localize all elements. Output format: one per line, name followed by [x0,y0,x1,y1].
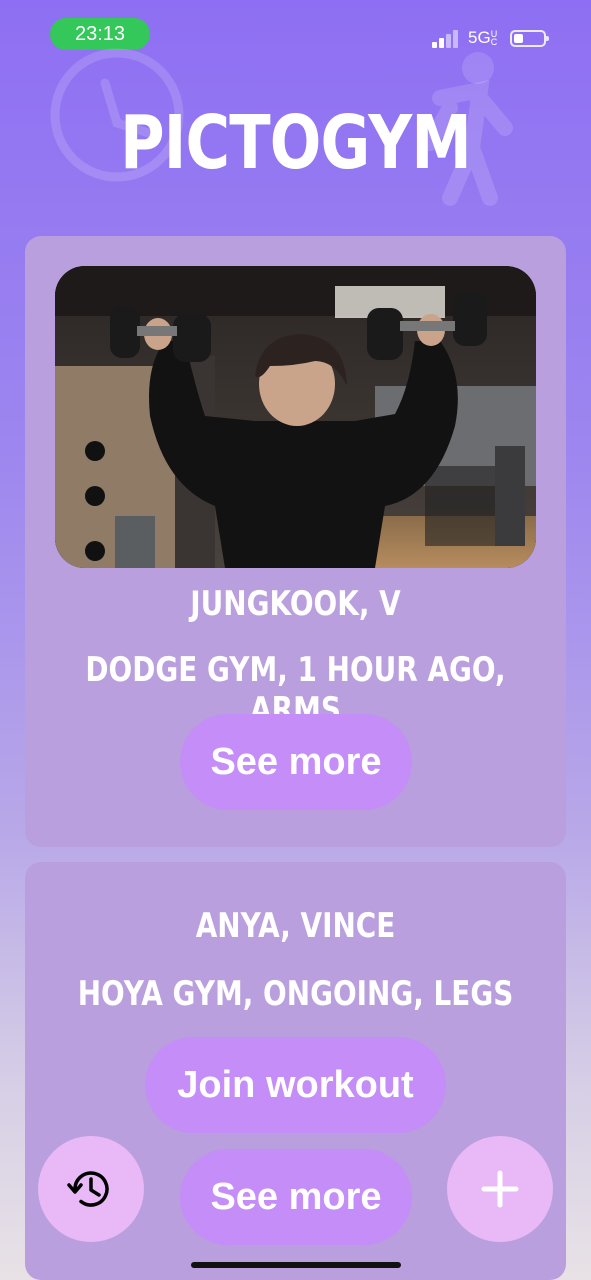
add-workout-button[interactable] [447,1136,553,1242]
workout-participants: ANYA, VINCE [195,906,396,946]
signal-icon [432,30,464,48]
network-type: 5G [468,28,491,47]
see-more-button[interactable]: See more [180,1149,412,1245]
history-button[interactable] [38,1136,144,1242]
see-more-button[interactable]: See more [180,714,412,810]
network-indicator: 5GUC [468,28,498,48]
app-title: PICTOGYM [120,100,472,186]
workout-card: JUNGKOOK, V DODGE GYM, 1 HOUR AGO, ARMS … [25,236,566,847]
workout-photo[interactable] [55,266,536,568]
history-icon [67,1171,109,1207]
battery-icon [510,30,549,47]
workout-details: HOYA GYM, ONGOING, LEGS [77,974,514,1014]
network-badge: UC [490,29,498,47]
join-workout-button[interactable]: Join workout [145,1037,446,1133]
plus-icon [481,1170,519,1208]
workout-participants: JUNGKOOK, V [190,584,401,624]
photo-image [55,266,536,568]
home-indicator[interactable] [191,1262,401,1268]
